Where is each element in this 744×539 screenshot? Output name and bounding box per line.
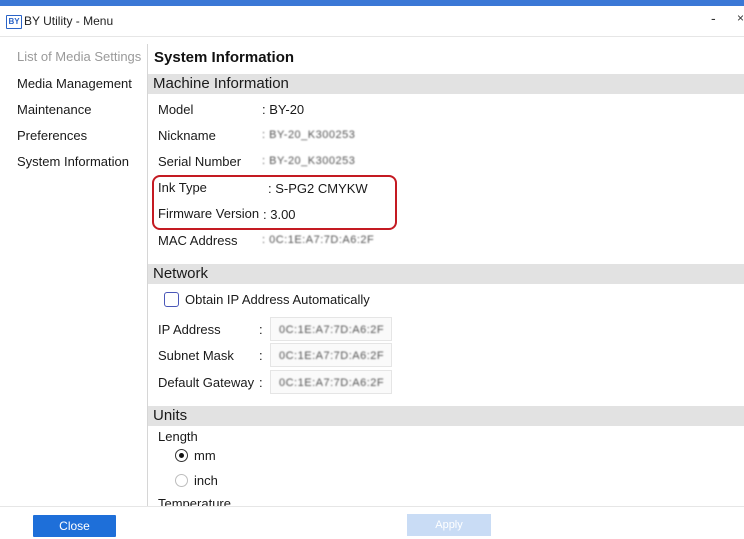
sidebar-item-media-management[interactable]: Media Management: [17, 76, 132, 91]
default-gateway-field[interactable]: 0C:1E:A7:7D:A6:2F: [270, 370, 392, 394]
default-gateway-colon: :: [259, 375, 263, 390]
length-label: Length: [158, 429, 198, 444]
mm-label[interactable]: mm: [194, 448, 216, 463]
sidebar: List of Media Settings Media Management …: [8, 44, 148, 506]
sidebar-item-list-of-media-settings[interactable]: List of Media Settings: [17, 49, 141, 64]
ip-address-field[interactable]: 0C:1E:A7:7D:A6:2F: [270, 317, 392, 341]
apply-button[interactable]: Apply: [407, 514, 491, 536]
close-window-button[interactable]: ×: [737, 11, 744, 25]
model-label: Model: [158, 102, 194, 117]
sidebar-item-system-information[interactable]: System Information: [17, 154, 129, 169]
minimize-button[interactable]: -: [711, 10, 716, 26]
serial-number-label: Serial Number: [158, 154, 242, 169]
temperature-label: Temperature: [158, 496, 231, 506]
sidebar-item-maintenance[interactable]: Maintenance: [17, 102, 91, 117]
serial-number-value: : BY-20_K300253: [262, 155, 356, 167]
main-panel: System Information Machine Information M…: [148, 44, 744, 506]
obtain-ip-automatically-checkbox[interactable]: [164, 292, 179, 307]
app-logo-icon: BY: [6, 15, 22, 29]
ip-address-colon: :: [259, 322, 263, 337]
default-gateway-label: Default Gateway: [158, 375, 255, 390]
page-title: System Information: [154, 49, 295, 66]
machine-information-header: Machine Information: [148, 74, 744, 94]
obtain-ip-automatically-label[interactable]: Obtain IP Address Automatically: [185, 292, 370, 307]
ip-address-label: IP Address: [158, 322, 221, 337]
close-button[interactable]: Close: [33, 515, 116, 537]
subnet-mask-field[interactable]: 0C:1E:A7:7D:A6:2F: [270, 343, 392, 367]
mm-radio[interactable]: [175, 449, 188, 462]
sidebar-item-preferences[interactable]: Preferences: [17, 128, 87, 143]
subnet-mask-colon: :: [259, 348, 263, 363]
inch-radio[interactable]: [175, 474, 188, 487]
inch-label[interactable]: inch: [194, 473, 218, 488]
highlight-annotation: [152, 175, 397, 230]
subnet-mask-value: 0C:1E:A7:7D:A6:2F: [279, 350, 385, 362]
window-title: BY Utility - Menu: [24, 14, 114, 28]
title-bar: BY BY Utility - Menu - ×: [0, 6, 744, 37]
nickname-label: Nickname: [158, 128, 216, 143]
subnet-mask-label: Subnet Mask: [158, 348, 234, 363]
mac-address-label: MAC Address: [158, 233, 238, 248]
network-header: Network: [148, 264, 744, 284]
units-header: Units: [148, 406, 744, 426]
footer-divider: [0, 506, 744, 507]
model-value: : BY-20: [262, 102, 305, 117]
nickname-value: : BY-20_K300253: [262, 129, 356, 141]
ip-address-value: 0C:1E:A7:7D:A6:2F: [279, 324, 385, 336]
mac-address-value: : 0C:1E:A7:7D:A6:2F: [262, 234, 375, 246]
default-gateway-value: 0C:1E:A7:7D:A6:2F: [279, 377, 385, 389]
